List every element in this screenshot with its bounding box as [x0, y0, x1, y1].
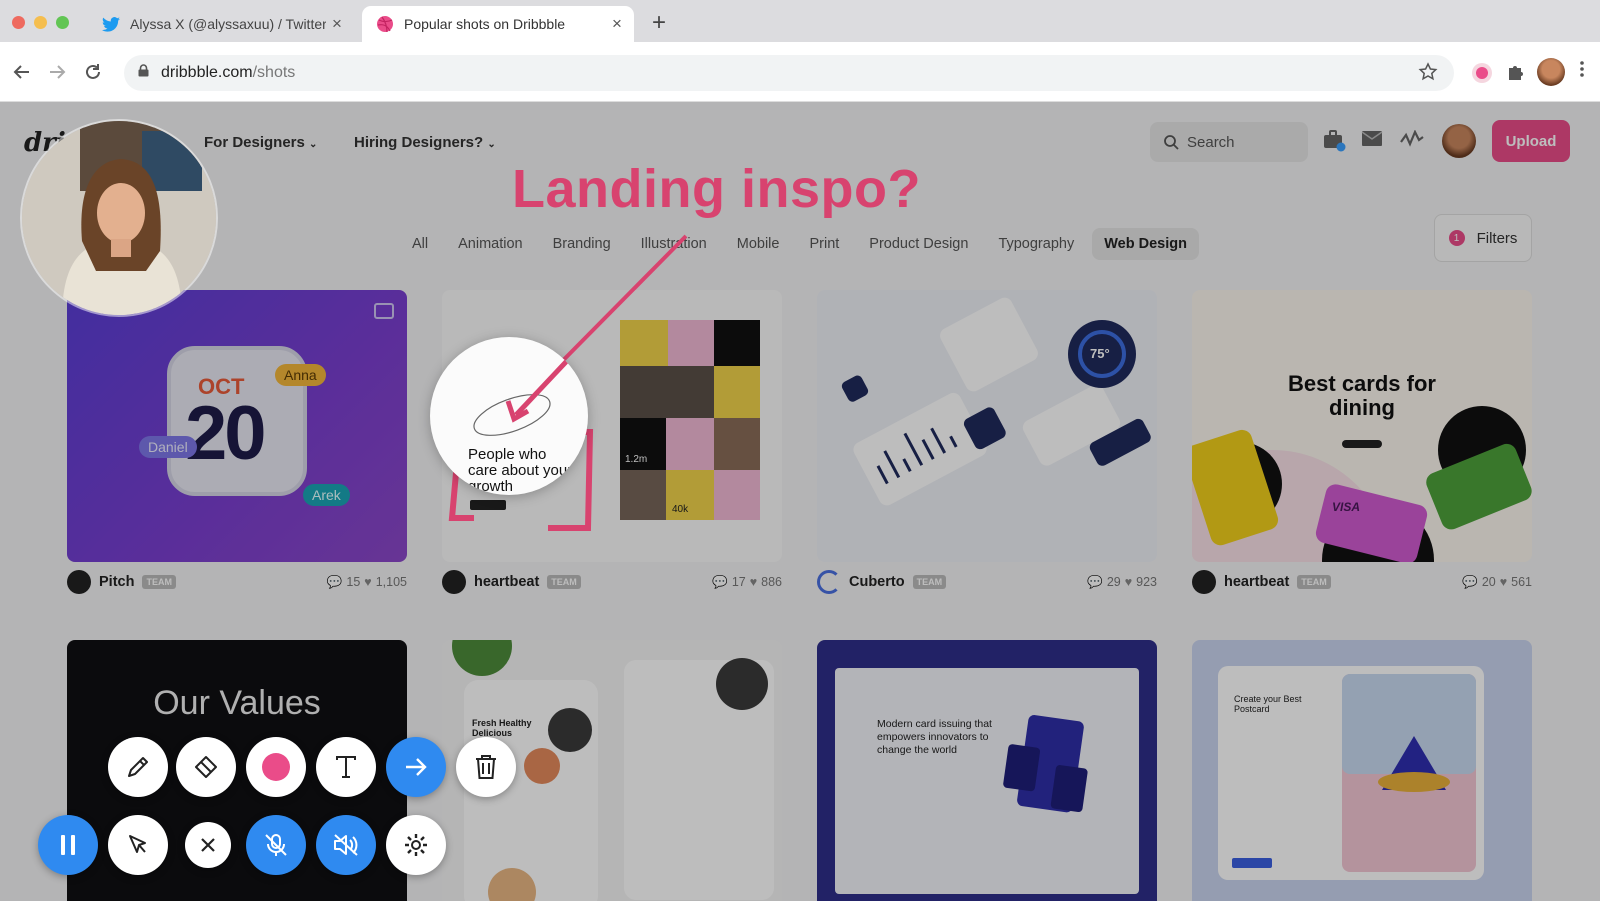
cancel-recording-button[interactable] — [185, 822, 231, 868]
webcam-bubble[interactable] — [20, 119, 218, 317]
text-tool-button[interactable] — [316, 737, 376, 797]
color-dot-icon — [262, 753, 290, 781]
cursor-mode-button[interactable] — [108, 815, 168, 875]
eraser-tool-button[interactable] — [176, 737, 236, 797]
presenter-video — [22, 121, 216, 315]
pause-recording-button[interactable] — [38, 815, 98, 875]
trash-icon — [476, 755, 496, 779]
text-icon — [336, 756, 356, 778]
zoom-lens: People who care about your growth — [430, 337, 588, 495]
pencil-icon — [128, 757, 148, 777]
cursor-icon — [129, 835, 146, 853]
mute-audio-button[interactable] — [316, 815, 376, 875]
annotation-layer — [448, 234, 688, 531]
clear-drawings-button[interactable] — [456, 737, 516, 797]
mute-mic-button[interactable] — [246, 815, 306, 875]
pencil-tool-button[interactable] — [108, 737, 168, 797]
eraser-icon — [195, 756, 217, 778]
speaker-off-icon — [334, 834, 358, 856]
annotation-title: Landing inspo? — [512, 159, 921, 219]
arrow-tool-button[interactable] — [386, 737, 446, 797]
close-icon — [201, 838, 215, 852]
gear-icon — [405, 834, 427, 856]
settings-button[interactable] — [386, 815, 446, 875]
arrow-icon — [406, 758, 427, 776]
color-picker-button[interactable] — [246, 737, 306, 797]
mic-off-icon — [265, 834, 287, 856]
pause-icon — [61, 835, 75, 855]
